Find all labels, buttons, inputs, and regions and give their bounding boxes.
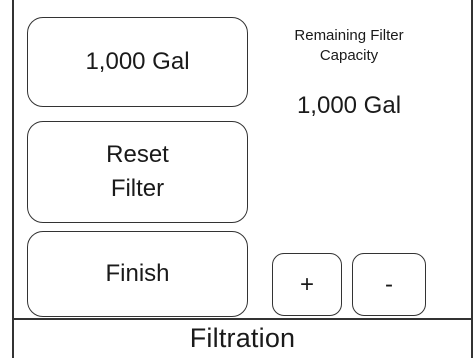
volume-button-label: 1,000 Gal: [85, 48, 190, 75]
decrease-button[interactable]: -: [352, 253, 426, 316]
volume-button[interactable]: 1,000 Gal: [27, 17, 248, 107]
screen-title: Filtration: [189, 323, 296, 353]
reset-filter-button[interactable]: Reset Filter: [27, 121, 248, 223]
minus-icon: -: [385, 270, 393, 298]
plus-icon: +: [299, 270, 314, 298]
remaining-capacity-value: 1,000 Gal: [296, 92, 402, 119]
remaining-capacity-label: Remaining Filter Capacity: [294, 27, 404, 64]
finish-button[interactable]: Finish: [27, 231, 248, 317]
finish-button-label: Finish: [105, 260, 170, 287]
footer-bar: Filtration: [12, 318, 473, 358]
reset-filter-button-label: Reset Filter: [106, 141, 169, 202]
increase-button[interactable]: +: [272, 253, 342, 316]
